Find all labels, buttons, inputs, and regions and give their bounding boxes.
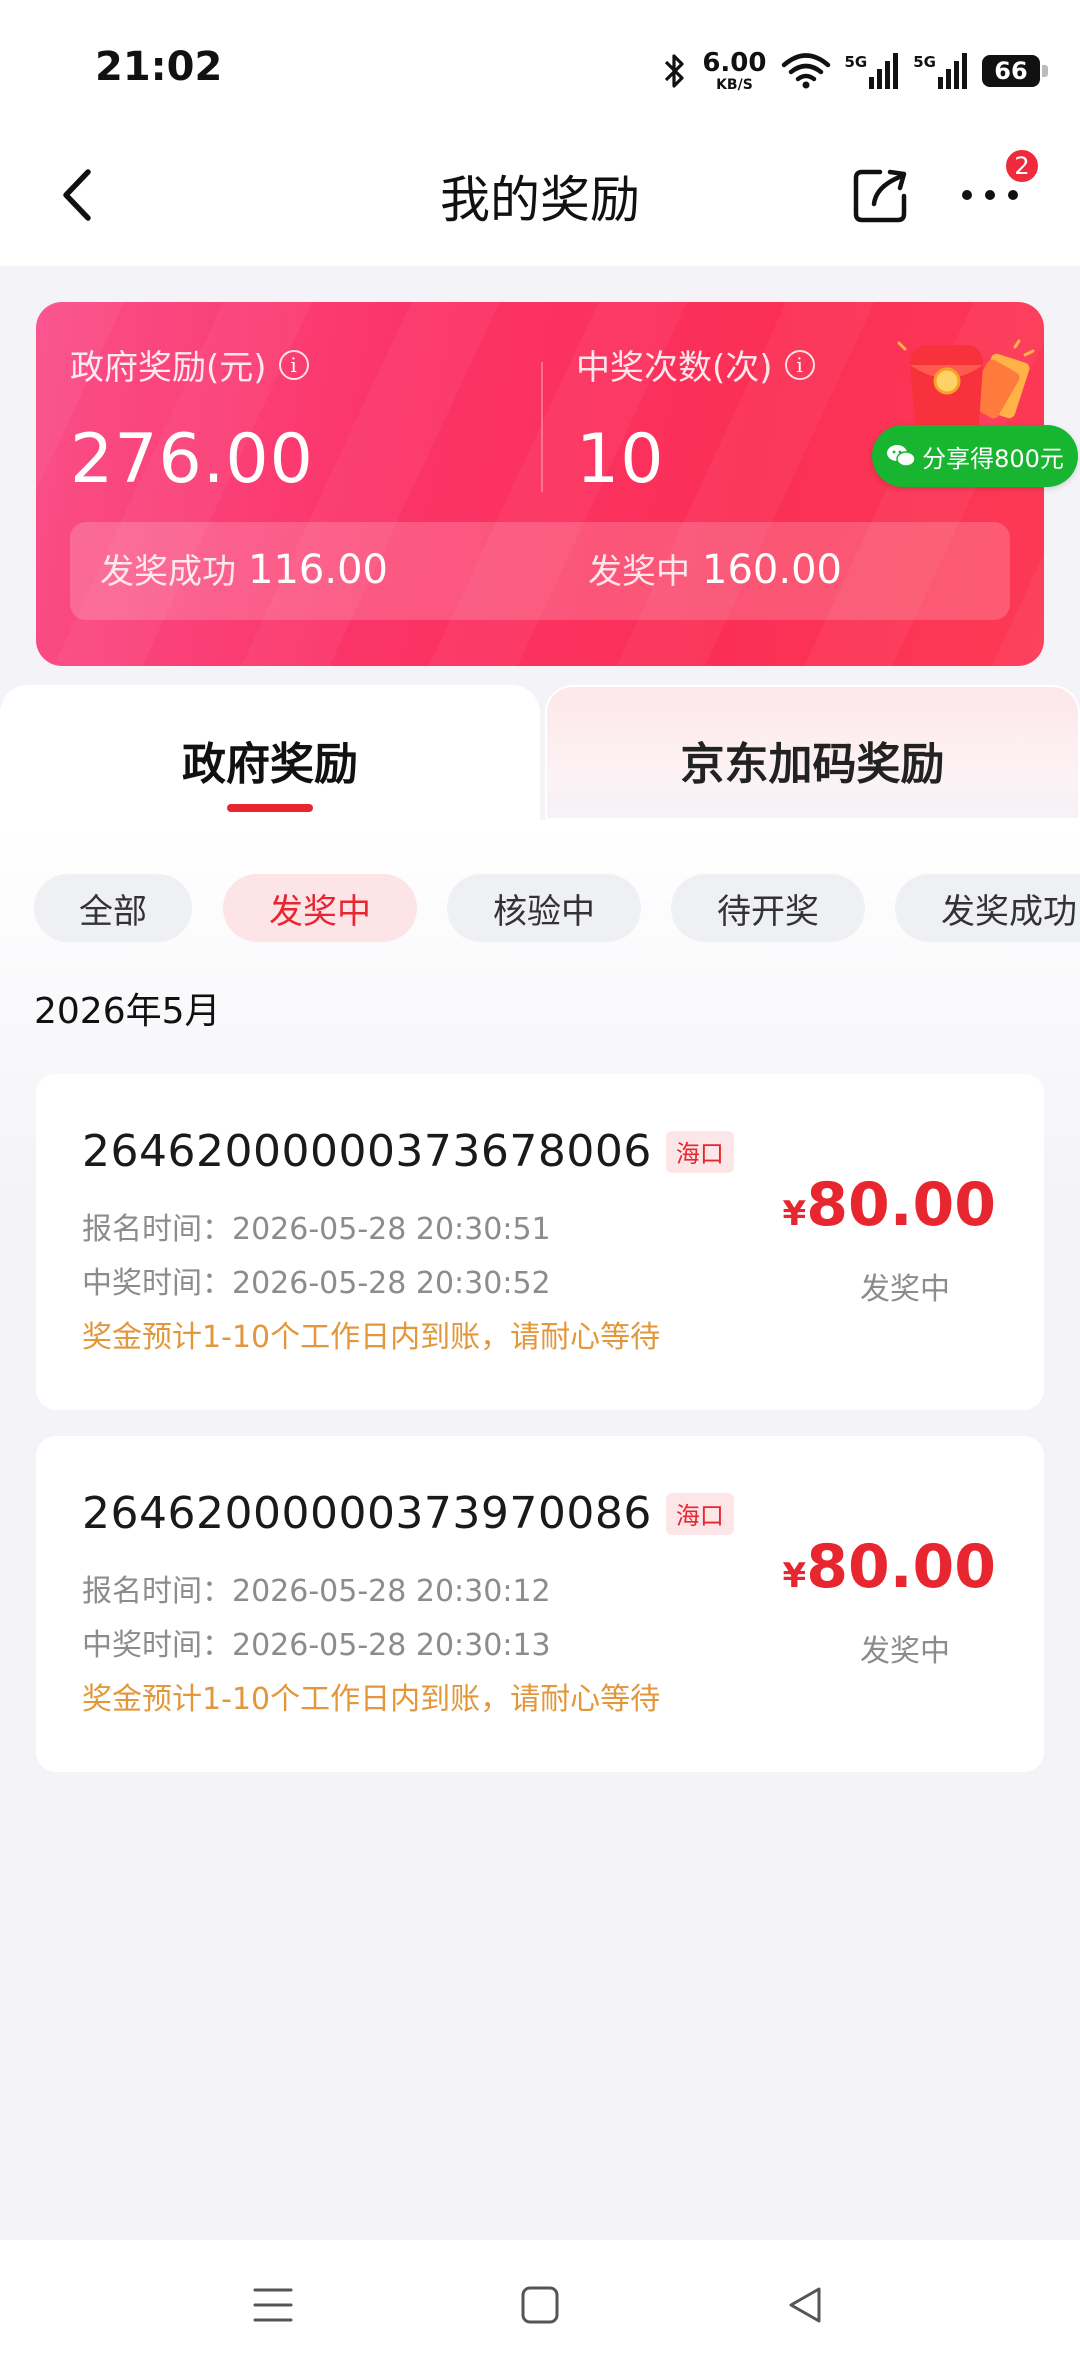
signal-1: 5G (845, 53, 900, 89)
page-title: 我的奖励 (440, 171, 640, 229)
reward-amount: ¥80.00 (783, 1532, 996, 1602)
home-icon[interactable] (520, 2285, 560, 2325)
reward-id: 264620000003736780​06 (82, 1126, 652, 1177)
signal-bars-icon (938, 53, 967, 89)
amount-value: 80.00 (806, 1532, 996, 1602)
status-time: 21:02 (95, 44, 223, 90)
paid-row: 发奖成功 116.00 (100, 544, 388, 593)
win-count-label: 中奖次数(次) (576, 348, 773, 388)
win-time: 中奖时间：2026-05-28 20:30:52 (82, 1266, 551, 1301)
signup-time: 报名时间：2026-05-28 20:30:51 (82, 1212, 551, 1247)
gov-reward-label-row[interactable]: 政府奖励(元) i (70, 340, 309, 389)
city-tag: 海口 (665, 1130, 734, 1173)
net-speed-value: 6.00 (702, 48, 767, 78)
signal-2-label: 5G (913, 53, 936, 71)
info-icon[interactable]: i (278, 349, 309, 380)
signal-1-label: 5G (844, 53, 868, 71)
menu-icon[interactable] (252, 2285, 294, 2325)
pending-label: 发奖中 (588, 552, 690, 592)
active-tab-indicator (227, 804, 313, 812)
battery-icon: 66 (982, 55, 1048, 87)
currency-symbol: ¥ (782, 1556, 807, 1596)
win-count-value: 10 (576, 420, 665, 499)
reward-id-row: 26462000000373970086 海口 (82, 1488, 734, 1539)
wifi-icon (781, 53, 830, 89)
pending-row: 发奖中 160.00 (588, 544, 842, 593)
city-tag: 海口 (665, 1492, 734, 1535)
tab-gov-reward-label[interactable]: 政府奖励 (0, 728, 540, 792)
reward-status: 发奖中 (860, 1634, 950, 1669)
wechat-icon (887, 445, 916, 467)
filter-all[interactable]: 全部 (34, 874, 192, 942)
net-speed-unit: KB/S (716, 77, 753, 93)
tab-jd-bonus-label[interactable]: 京东加码奖励 (545, 728, 1080, 792)
signup-time: 报名时间：2026-05-28 20:30:12 (82, 1574, 551, 1609)
payout-note: 奖金预计1-10个工作日内到账，请耐心等待 (82, 1320, 661, 1355)
paid-value: 116.00 (248, 547, 388, 593)
net-speed: 6.00 KB/S (702, 50, 766, 92)
filter-awaiting-draw[interactable]: 待开奖 (671, 874, 865, 942)
bluetooth-icon (665, 54, 684, 88)
amount-value: 80.00 (806, 1170, 996, 1240)
reward-id: 26462000000373970086 (82, 1488, 652, 1539)
win-time: 中奖时间：2026-05-28 20:30:13 (82, 1628, 551, 1663)
payout-note: 奖金预计1-10个工作日内到账，请耐心等待 (82, 1682, 661, 1717)
pending-value: 160.00 (702, 547, 842, 593)
share-button[interactable] (850, 164, 912, 224)
share-reward-button[interactable]: 分享得800元 (872, 425, 1078, 487)
filter-paying[interactable]: 发奖中 (223, 874, 417, 942)
reward-id-row: 264620000003736780​06 海口 (82, 1126, 734, 1177)
signal-2: 5G (913, 53, 968, 89)
reward-card[interactable]: 26462000000373970086 海口 报名时间：2026-05-28 … (36, 1436, 1044, 1772)
paid-label: 发奖成功 (100, 552, 236, 592)
filter-verifying[interactable]: 核验中 (447, 874, 641, 942)
reward-status: 发奖中 (860, 1272, 950, 1307)
reward-amount: ¥80.00 (783, 1170, 996, 1240)
share-reward-label: 分享得800元 (922, 444, 1064, 473)
back-nav-icon[interactable] (785, 2285, 825, 2325)
payout-breakdown: 发奖成功 116.00 发奖中 160.00 (70, 522, 1010, 620)
filter-paid[interactable]: 发奖成功 (895, 874, 1080, 942)
divider (541, 362, 543, 492)
back-button[interactable] (50, 160, 110, 230)
month-heading: 2026年5月 (34, 991, 221, 1032)
info-icon[interactable]: i (784, 349, 815, 380)
signal-bars-icon (869, 53, 899, 89)
gov-reward-label: 政府奖励(元) (70, 348, 267, 388)
reward-card[interactable]: 264620000003736780​06 海口 报名时间：2026-05-28… (36, 1074, 1044, 1410)
currency-symbol: ¥ (782, 1194, 807, 1234)
status-icons: 6.00 KB/S 5G 5G 66 (662, 46, 1048, 96)
notification-badge: 2 (1003, 147, 1041, 185)
gov-reward-value: 276.00 (70, 420, 314, 499)
win-count-label-row[interactable]: 中奖次数(次) i (576, 340, 815, 389)
